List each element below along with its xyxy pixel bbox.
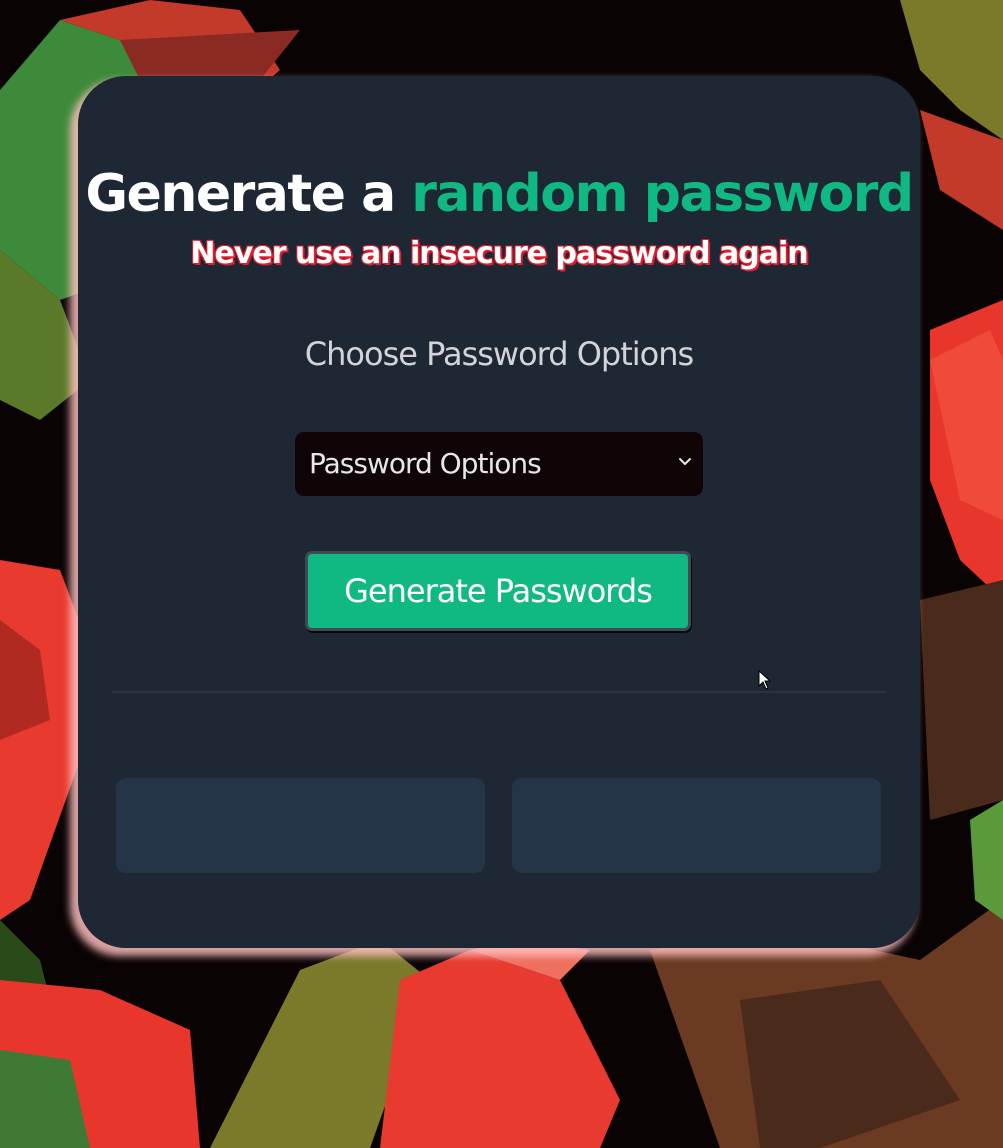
generate-passwords-button[interactable]: Generate Passwords [305,551,691,631]
options-label: Choose Password Options [304,335,694,373]
title-accent: random password [411,164,914,224]
title-main: Generate a [85,164,412,224]
password-output-1[interactable] [116,778,485,873]
page-subtitle: Never use an insecure password again [190,236,808,271]
select-value: Password Options [309,447,542,480]
divider [112,691,886,693]
generator-card: Generate a random password Never use an … [78,76,920,948]
page-title: Generate a random password [78,162,920,226]
password-output-2[interactable] [512,778,881,873]
chevron-down-icon [679,458,691,465]
cursor-icon [758,670,772,690]
password-options-select[interactable]: Password Options [295,432,703,496]
